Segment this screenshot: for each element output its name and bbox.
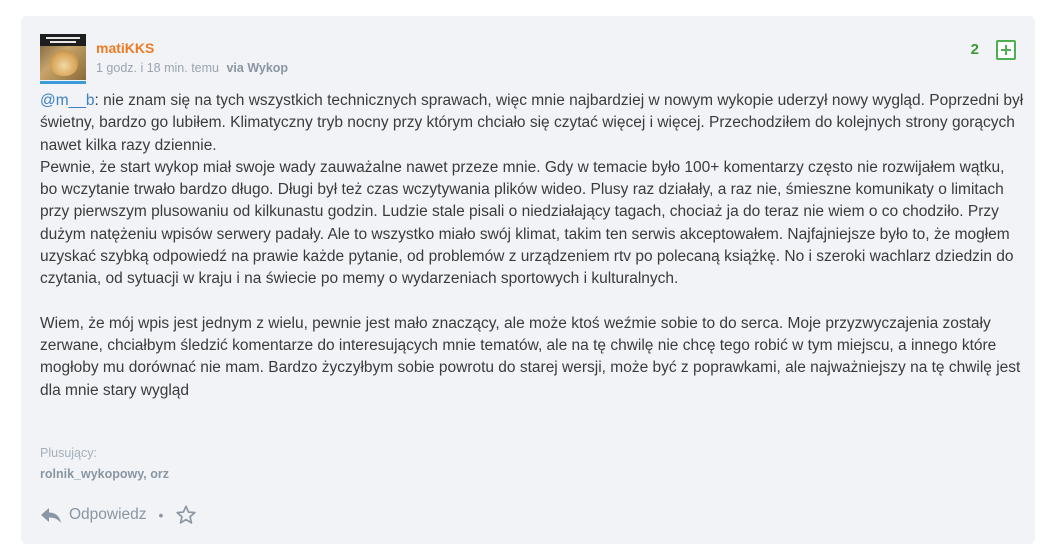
vote-count: 2 [970,41,979,58]
action-separator: • [158,507,164,523]
comment-paragraph-1: @m__b: nie znam się na tych wszystkich t… [40,90,1025,157]
username[interactable]: matiKKS [96,40,154,56]
paragraph-1-text: : nie znam się na tych wszystkich techni… [40,92,1024,154]
avatar-gender-bar [40,81,86,84]
comment-paragraph-3: Wiem, że mój wpis jest jednym z wielu, p… [40,314,1021,399]
comment-time: 1 godz. i 18 min. temu [96,61,219,75]
user-avatar[interactable] [40,34,86,80]
mention-link[interactable]: @m__b [40,92,95,109]
comment-card: matiKKS 1 godz. i 18 min. temu via Wykop… [21,16,1035,544]
comment-paragraph-2: Pewnie, że start wykop miał swoje wady z… [40,158,1014,288]
comment-body: @m__b: nie znam się na tych wszystkich t… [40,90,1025,402]
comment-actions: Odpowiedz • [40,502,197,528]
plus-voters-list[interactable]: rolnik_wykopowy, orz [40,467,169,481]
star-outline-icon[interactable] [175,504,197,526]
reply-button[interactable]: Odpowiedz [69,506,147,524]
plus-square-icon[interactable] [996,40,1016,60]
comment-meta: 1 godz. i 18 min. temu via Wykop [96,61,288,75]
plus-voters-label: Plusujący: [40,446,97,460]
via-source[interactable]: via Wykop [226,61,288,75]
avatar-meme-caption [40,34,86,46]
reply-arrow-icon[interactable] [40,506,62,524]
avatar-dog-image [50,50,78,76]
